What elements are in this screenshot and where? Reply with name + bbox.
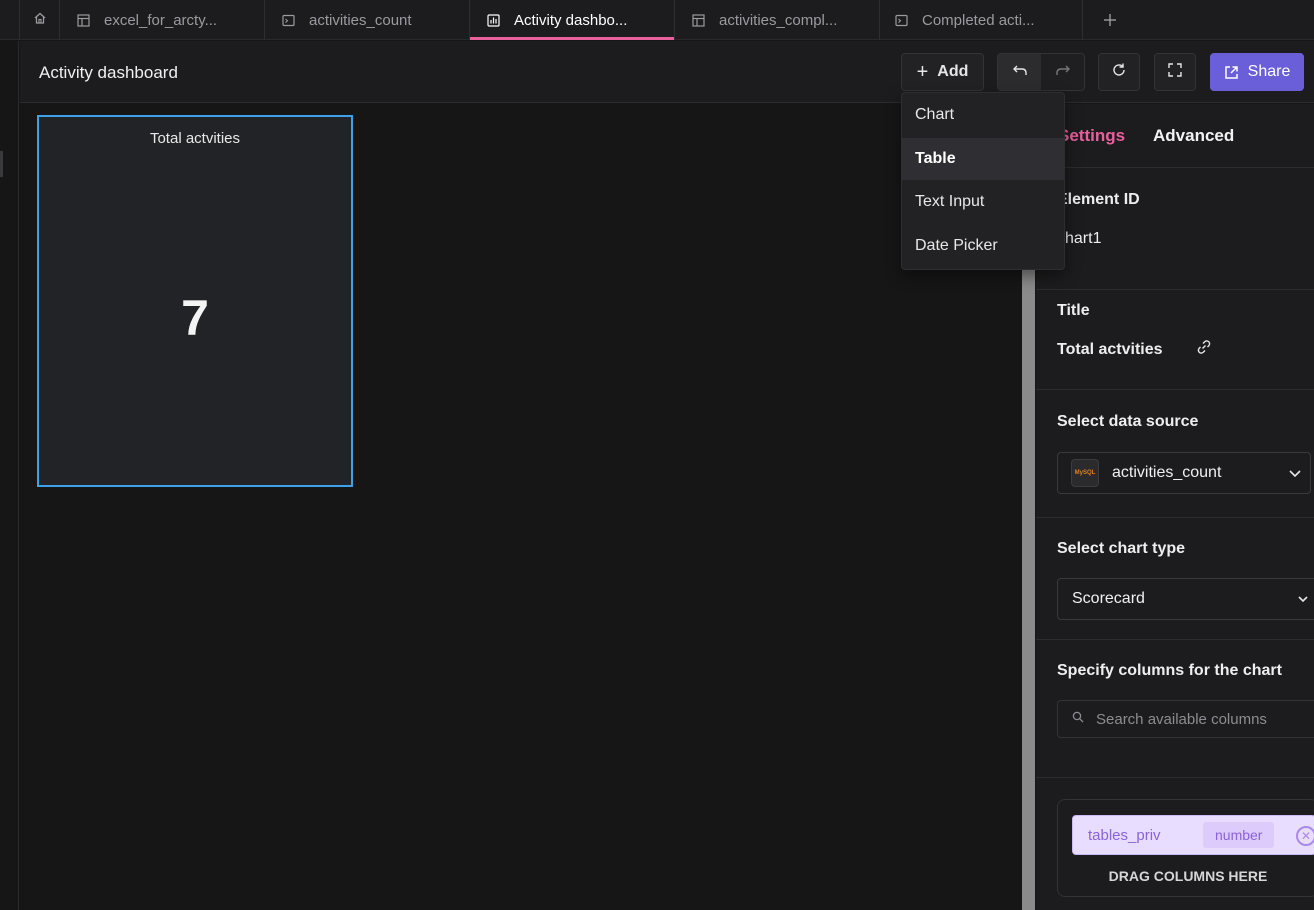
share-button-label: Share: [1247, 63, 1291, 80]
share-button[interactable]: Share: [1210, 53, 1304, 91]
canvas-scrollbar[interactable]: [1022, 268, 1035, 910]
data-source-section: Select data source MySQL activities_coun…: [1036, 391, 1314, 518]
fullscreen-button[interactable]: [1154, 53, 1196, 91]
tab-activity-dashboard[interactable]: Activity dashbo...: [470, 0, 675, 40]
title-value[interactable]: Total actvities: [1057, 341, 1163, 359]
dashboard-header: Activity dashboard + Add Share: [20, 41, 1314, 103]
column-search-input[interactable]: Search available columns: [1057, 700, 1314, 738]
column-chip-name: tables_priv: [1088, 827, 1161, 844]
data-source-select[interactable]: MySQL activities_count: [1057, 452, 1311, 494]
column-drop-zone[interactable]: tables_priv number ✕ DRAG COLUMNS HERE: [1057, 799, 1314, 897]
new-tab-button[interactable]: [1096, 0, 1124, 40]
chevron-down-icon: [1296, 592, 1310, 611]
external-link-icon: [1224, 65, 1239, 80]
page-title: Activity dashboard: [39, 63, 178, 82]
chart-type-label: Select chart type: [1057, 540, 1186, 557]
tab-settings[interactable]: Settings: [1058, 126, 1125, 146]
panel-tabs: Settings Advanced: [1036, 104, 1314, 168]
left-rail: [0, 41, 19, 910]
chart-type-value: Scorecard: [1072, 590, 1145, 607]
redo-icon: [1055, 62, 1071, 83]
add-button[interactable]: + Add: [901, 53, 984, 91]
chart-type-select[interactable]: Scorecard: [1057, 578, 1314, 620]
tab-label: activities_compl...: [719, 11, 838, 29]
tab-label: excel_for_arcty...: [104, 11, 218, 29]
scorecard-title: Total actvities: [149, 130, 241, 147]
tab-completed-activities[interactable]: Completed acti...: [878, 0, 1083, 40]
home-tab[interactable]: [19, 0, 60, 40]
tab-advanced[interactable]: Advanced: [1153, 126, 1234, 146]
table-icon: [691, 13, 705, 27]
tab-activities-completed[interactable]: activities_compl...: [675, 0, 880, 40]
tab-excel-for-arcty[interactable]: excel_for_arcty...: [60, 0, 265, 40]
add-menu: Chart Table Text Input Date Picker: [901, 92, 1065, 270]
drop-hint: DRAG COLUMNS HERE: [1108, 868, 1268, 884]
add-button-label: Add: [937, 63, 969, 80]
refresh-button[interactable]: [1098, 53, 1140, 91]
table-icon: [76, 13, 90, 27]
title-label: Title: [1057, 302, 1090, 319]
chart-type-section: Select chart type Scorecard: [1036, 519, 1314, 640]
undo-button[interactable]: [998, 54, 1041, 90]
plus-icon: [1103, 7, 1117, 33]
column-chip[interactable]: tables_priv number ✕: [1072, 815, 1314, 855]
data-source-value: activities_count: [1112, 464, 1222, 481]
column-chip-type: number: [1203, 822, 1275, 848]
tab-bar: excel_for_arcty... activities_count Acti…: [0, 0, 1314, 40]
element-id-section: Element ID chart1: [1036, 169, 1314, 290]
terminal-icon: [281, 13, 295, 27]
refresh-icon: [1111, 62, 1127, 83]
menu-item-date-picker[interactable]: Date Picker: [902, 225, 1064, 267]
search-placeholder: Search available columns: [1096, 710, 1267, 728]
dashboard-icon: [486, 13, 500, 27]
menu-item-table[interactable]: Table: [902, 138, 1064, 180]
tab-label: activities_count: [309, 11, 412, 29]
redo-button[interactable]: [1041, 54, 1084, 90]
search-icon: [1072, 710, 1084, 728]
title-section: Title Total actvities: [1036, 291, 1314, 390]
chevron-down-icon: [1288, 466, 1302, 485]
settings-panel: Settings Advanced Element ID chart1 Titl…: [1036, 104, 1314, 910]
scorecard-value: 7: [181, 290, 209, 346]
fullscreen-icon: [1167, 62, 1183, 83]
remove-column-icon[interactable]: ✕: [1296, 826, 1314, 846]
menu-item-chart[interactable]: Chart: [902, 94, 1064, 136]
scorecard-widget[interactable]: Total actvities 7: [37, 115, 353, 487]
tab-activities-count[interactable]: activities_count: [265, 0, 470, 40]
plus-icon: +: [916, 61, 929, 83]
columns-label: Specify columns for the chart: [1057, 662, 1282, 679]
data-source-label: Select data source: [1057, 413, 1199, 430]
menu-item-text-input[interactable]: Text Input: [902, 181, 1064, 223]
element-id-label: Element ID: [1057, 191, 1140, 208]
link-icon[interactable]: [1196, 339, 1212, 360]
home-icon: [33, 11, 47, 30]
undo-redo-group: [997, 53, 1085, 91]
tab-label: Completed acti...: [922, 11, 1035, 29]
left-rail-indicator: [0, 151, 3, 177]
undo-icon: [1012, 62, 1028, 83]
terminal-icon: [894, 13, 908, 27]
tab-label: Activity dashbo...: [514, 11, 628, 29]
mysql-icon: MySQL: [1071, 459, 1099, 487]
